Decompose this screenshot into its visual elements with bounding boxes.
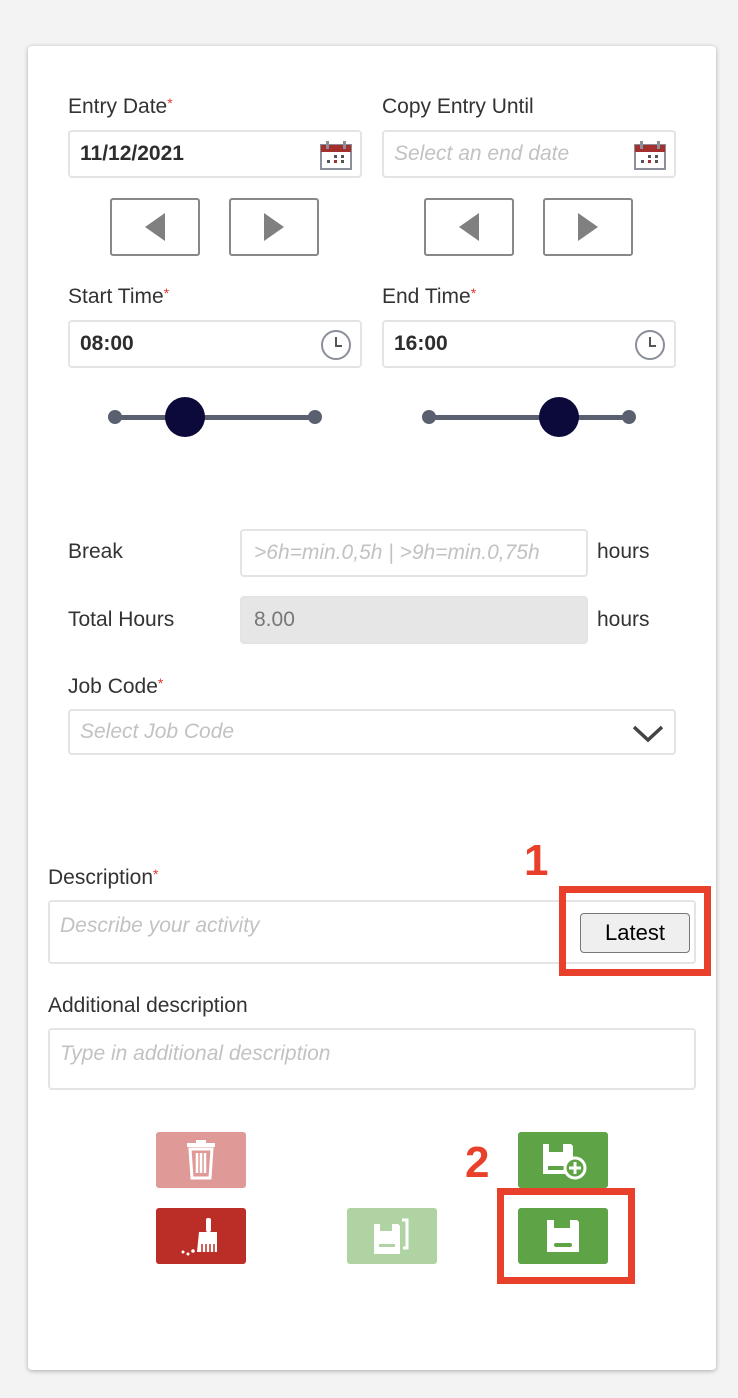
save-and-new-button[interactable] xyxy=(518,1132,608,1188)
slider-min-dot xyxy=(108,410,122,424)
break-unit: hours xyxy=(597,540,650,563)
triangle-left-icon xyxy=(145,213,165,241)
entry-date-next-button[interactable] xyxy=(229,198,319,256)
description-label: Description* xyxy=(48,866,159,889)
slider-max-dot xyxy=(308,410,322,424)
total-hours-unit: hours xyxy=(597,608,650,631)
annotation-box-1 xyxy=(559,886,711,976)
job-code-label: Job Code* xyxy=(68,675,164,698)
start-time-slider-thumb[interactable] xyxy=(164,397,205,437)
entry-date-prev-button[interactable] xyxy=(110,198,200,256)
annotation-number-1: 1 xyxy=(524,836,549,885)
end-time-label: End Time* xyxy=(382,285,477,308)
copy-until-next-button[interactable] xyxy=(543,198,633,256)
copy-until-label: Copy Entry Until xyxy=(382,95,534,118)
break-input[interactable]: >6h=min.0,5h | >9h=min.0,75h xyxy=(240,529,588,577)
copy-until-prev-button[interactable] xyxy=(424,198,514,256)
annotation-number-2: 2 xyxy=(465,1138,490,1187)
slider-max-dot xyxy=(622,410,636,424)
start-time-input[interactable]: 08:00 xyxy=(68,320,362,368)
copy-until-input[interactable]: Select an end date xyxy=(382,130,676,178)
end-time-input[interactable]: 16:00 xyxy=(382,320,676,368)
save-copy-icon xyxy=(374,1218,409,1254)
additional-description-label: Additional description xyxy=(48,994,248,1017)
entry-date-label: Entry Date* xyxy=(68,95,173,118)
end-time-slider[interactable] xyxy=(422,397,636,437)
additional-description-input[interactable]: Type in additional description xyxy=(48,1028,696,1090)
chevron-down-icon xyxy=(632,725,664,743)
triangle-left-icon xyxy=(459,213,479,241)
calendar-icon[interactable] xyxy=(320,140,352,170)
break-label: Break xyxy=(68,540,123,563)
delete-button[interactable] xyxy=(156,1132,246,1188)
broom-icon xyxy=(181,1218,217,1256)
total-hours-label: Total Hours xyxy=(68,608,175,631)
clear-button[interactable] xyxy=(156,1208,246,1264)
save-plus-icon xyxy=(543,1144,587,1180)
triangle-right-icon xyxy=(578,213,598,241)
trash-icon xyxy=(187,1140,215,1180)
calendar-icon[interactable] xyxy=(634,140,666,170)
total-hours-input: 8.00 xyxy=(240,596,588,644)
clock-icon[interactable] xyxy=(320,329,352,361)
annotation-box-2 xyxy=(497,1188,635,1284)
triangle-right-icon xyxy=(264,213,284,241)
start-time-label: Start Time* xyxy=(68,285,170,308)
job-code-select[interactable]: Select Job Code xyxy=(68,709,676,755)
entry-date-input[interactable]: 11/12/2021 xyxy=(68,130,362,178)
start-time-slider[interactable] xyxy=(108,397,322,437)
save-copy-button[interactable] xyxy=(347,1208,437,1264)
clock-icon[interactable] xyxy=(634,329,666,361)
slider-min-dot xyxy=(422,410,436,424)
